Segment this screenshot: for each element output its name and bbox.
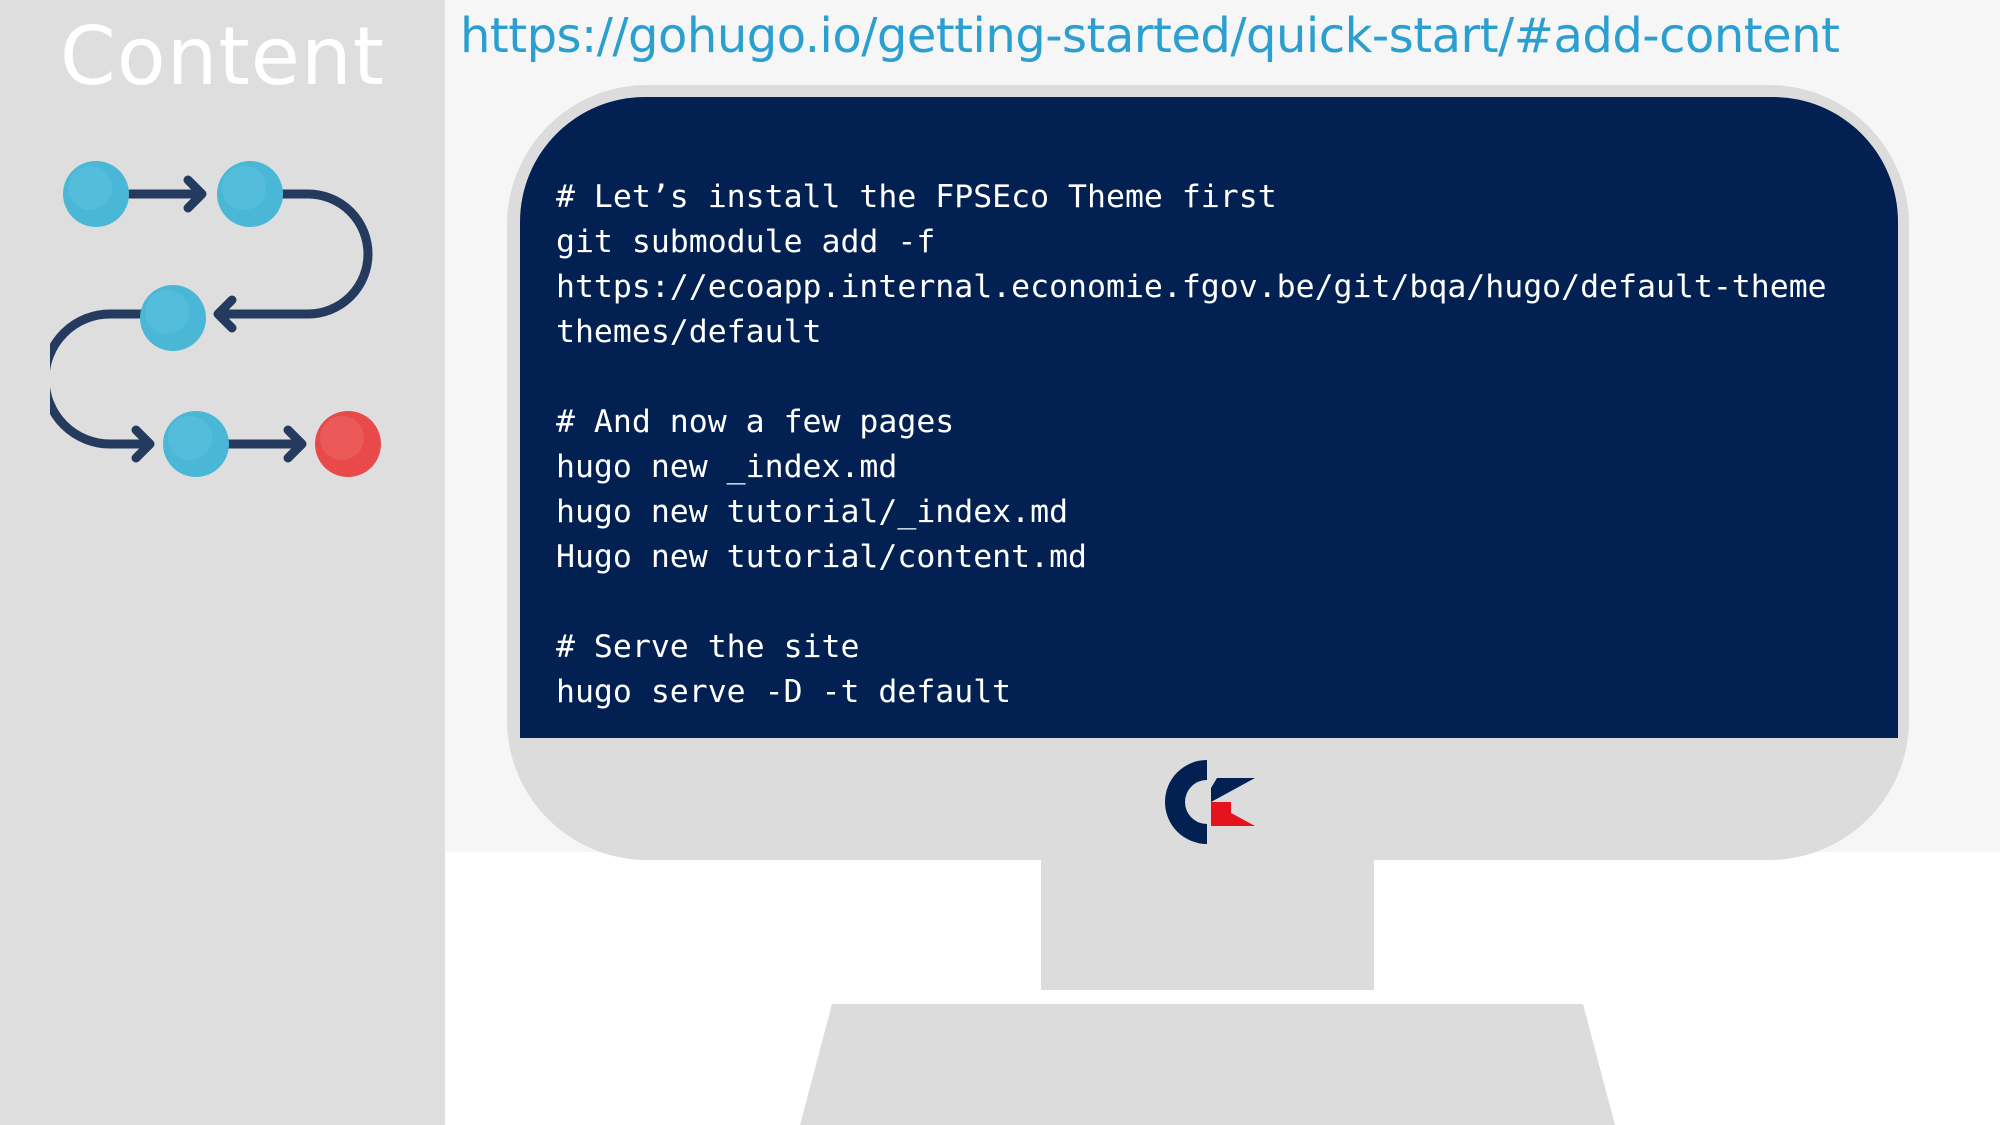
monitor-stand-neck bbox=[1041, 858, 1374, 990]
commodore-logo-icon bbox=[1165, 760, 1255, 844]
quick-start-link[interactable]: https://gohugo.io/getting-started/quick-… bbox=[460, 8, 1840, 64]
sidebar: Content bbox=[0, 0, 445, 1125]
code-line: git submodule add -f bbox=[556, 224, 936, 260]
terminal-code: # Let’s install the FPSEco Theme first g… bbox=[556, 175, 1827, 715]
code-line: hugo serve -D -t default bbox=[556, 674, 1012, 710]
workflow-diagram bbox=[50, 161, 381, 477]
code-line: hugo new _index.md bbox=[556, 449, 898, 485]
code-line: hugo new tutorial/_index.md bbox=[556, 494, 1069, 530]
code-line: https://ecoapp.internal.economie.fgov.be… bbox=[556, 269, 1827, 305]
monitor-stand-base bbox=[800, 1004, 1615, 1125]
code-line: # Let’s install the FPSEco Theme first bbox=[556, 179, 1277, 215]
code-line: # Serve the site bbox=[556, 629, 860, 665]
page-title: Content bbox=[59, 10, 386, 103]
terminal-screen: # Let’s install the FPSEco Theme first g… bbox=[520, 97, 1898, 738]
code-line: themes/default bbox=[556, 314, 822, 350]
code-line: Hugo new tutorial/content.md bbox=[556, 539, 1088, 575]
code-line: # And now a few pages bbox=[556, 404, 955, 440]
connector-3-4 bbox=[50, 309, 159, 449]
